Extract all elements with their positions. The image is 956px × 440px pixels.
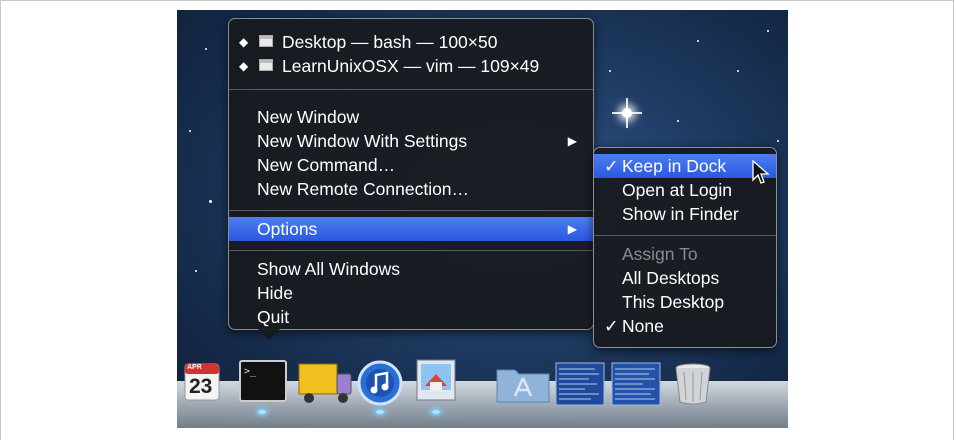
window-item-learnunixosx-vim[interactable]: ◆ LearnUnixOSX — vim — 109×49 — [229, 54, 593, 78]
calendar-icon[interactable]: APR 23 — [183, 360, 221, 404]
menu-item-label: This Desktop — [622, 292, 725, 312]
terminal-dock-menu: ◆ Desktop — bash — 100×50 ◆ LearnUnixOSX… — [228, 18, 594, 330]
calendar-month: APR — [187, 364, 202, 371]
menu-item-label: All Desktops — [622, 268, 720, 288]
menu-item-show-all-windows[interactable]: Show All Windows — [229, 257, 593, 281]
menu-item-hide[interactable]: Hide — [229, 281, 593, 305]
terminal-icon[interactable]: >_ — [239, 360, 287, 404]
menu-item-new-command[interactable]: New Command… — [229, 153, 593, 177]
calendar-day: 23 — [189, 375, 213, 398]
menu-item-new-remote-connection[interactable]: New Remote Connection… — [229, 177, 593, 201]
bright-star — [612, 98, 642, 128]
options-submenu: ✓ Keep in Dock Open at Login Show in Fin… — [593, 147, 777, 348]
menu-item-label: Show All Windows — [257, 259, 400, 279]
menu-separator — [229, 89, 593, 90]
window-item-label: LearnUnixOSX — vim — 109×49 — [282, 56, 540, 76]
checkmark-icon: ✓ — [604, 316, 619, 336]
bullet-icon: ◆ — [239, 35, 249, 49]
menu-item-label: None — [622, 316, 664, 336]
menu-item-options[interactable]: Options ▶ — [229, 217, 593, 241]
menu-item-label: Quit — [257, 307, 290, 327]
running-indicator — [432, 410, 440, 414]
running-indicator — [376, 410, 384, 414]
assign-to-header: Assign To — [594, 242, 776, 266]
submenu-arrow-icon: ▶ — [567, 222, 577, 236]
menu-item-label: New Window — [257, 107, 360, 127]
menu-item-label: Open at Login — [622, 180, 732, 200]
menu-item-label: New Window With Settings — [257, 131, 468, 151]
itunes-icon[interactable] — [357, 360, 403, 406]
window-thumbnail-icon[interactable] — [611, 362, 661, 406]
menu-item-new-window[interactable]: New Window — [229, 105, 593, 129]
menu-item-new-window-with-settings[interactable]: New Window With Settings ▶ — [229, 129, 593, 153]
transmit-truck-icon[interactable] — [297, 358, 355, 406]
preview-icon[interactable] — [411, 358, 461, 406]
menu-separator — [594, 235, 776, 236]
menu-pointer — [257, 328, 281, 340]
menu-item-label: Hide — [257, 283, 293, 303]
submenu-arrow-icon: ▶ — [567, 134, 577, 148]
menu-item-all-desktops[interactable]: All Desktops — [594, 266, 776, 290]
menu-item-keep-in-dock[interactable]: ✓ Keep in Dock — [594, 154, 776, 178]
menu-item-label: Show in Finder — [622, 204, 739, 224]
menu-separator — [229, 210, 593, 211]
desktop: ◆ Desktop — bash — 100×50 ◆ LearnUnixOSX… — [177, 10, 788, 428]
bullet-icon: ◆ — [239, 59, 249, 73]
menu-item-show-in-finder[interactable]: Show in Finder — [594, 202, 776, 226]
menu-separator — [229, 250, 593, 251]
mouse-pointer-icon — [752, 160, 770, 184]
menu-header-label: Assign To — [622, 244, 698, 264]
window-thumbnail-icon[interactable] — [555, 362, 605, 406]
menu-item-label: Options — [257, 219, 318, 239]
menu-item-label: New Remote Connection… — [257, 179, 470, 199]
menu-item-this-desktop[interactable]: This Desktop — [594, 290, 776, 314]
trash-icon[interactable] — [673, 362, 713, 406]
menu-item-label: New Command… — [257, 155, 396, 175]
checkmark-icon: ✓ — [604, 156, 619, 176]
window-item-label: Desktop — bash — 100×50 — [282, 32, 498, 52]
window-item-desktop-bash[interactable]: ◆ Desktop — bash — 100×50 — [229, 30, 593, 54]
terminal-window-icon — [259, 59, 273, 71]
menu-item-open-at-login[interactable]: Open at Login — [594, 178, 776, 202]
menu-item-quit[interactable]: Quit — [229, 305, 593, 329]
menu-item-none[interactable]: ✓ None — [594, 314, 776, 338]
applications-folder-icon[interactable] — [495, 364, 551, 404]
running-indicator — [258, 410, 266, 414]
svg-text:>_: >_ — [244, 366, 257, 377]
terminal-window-icon — [259, 35, 273, 47]
menu-item-label: Keep in Dock — [622, 156, 727, 176]
dock: APR 23 >_ — [177, 358, 788, 428]
